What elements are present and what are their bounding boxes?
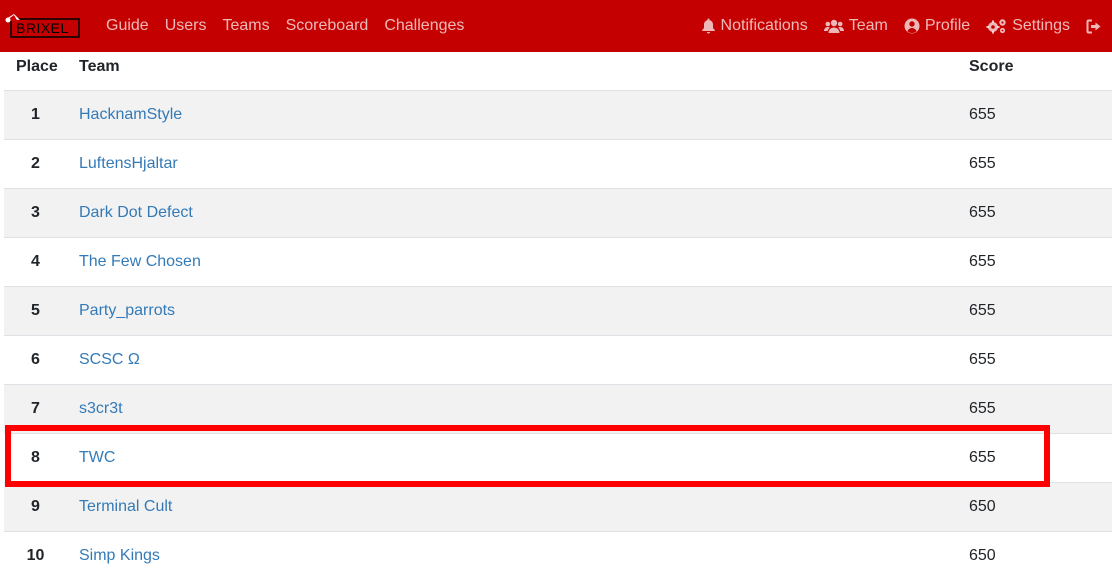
table-row: 4 The Few Chosen 655 <box>4 237 1112 286</box>
place-cell: 6 <box>31 350 40 368</box>
place-cell: 1 <box>31 105 40 123</box>
place-cell: 4 <box>31 252 40 270</box>
brand-logo[interactable]: BRIXEL <box>5 13 80 39</box>
users-icon <box>823 19 844 34</box>
top-navbar: BRIXEL Guide Users Teams Scoreboard Chal… <box>0 0 1112 52</box>
place-cell: 2 <box>31 154 40 172</box>
score-cell: 655 <box>969 252 996 270</box>
nav-users[interactable]: Users <box>157 0 215 52</box>
place-cell: 5 <box>31 301 40 319</box>
place-cell: 8 <box>31 448 40 466</box>
team-link[interactable]: SCSC Ω <box>79 351 140 368</box>
score-cell: 655 <box>969 301 996 319</box>
table-row: 7 s3cr3t 655 <box>4 384 1112 433</box>
nav-profile-label: Profile <box>924 17 971 34</box>
table-row: 5 Party_parrots 655 <box>4 286 1112 335</box>
header-score: Score <box>969 58 1014 75</box>
table-row: 10 Simp Kings 650 <box>4 531 1112 578</box>
score-cell: 650 <box>969 497 996 515</box>
nav-challenges[interactable]: Challenges <box>376 0 472 52</box>
scoreboard-table: Place Team Score 1 HacknamStyle 655 2 Lu… <box>4 52 1112 578</box>
sign-out-icon <box>1086 19 1102 34</box>
nav-notifications[interactable]: Notifications <box>693 0 816 52</box>
score-cell: 655 <box>969 399 996 417</box>
table-row: 9 Terminal Cult 650 <box>4 482 1112 531</box>
nav-teams[interactable]: Teams <box>214 0 277 52</box>
score-cell: 655 <box>969 154 996 172</box>
user-nav: Notifications Team Profile Settings <box>693 0 1112 52</box>
team-link[interactable]: Dark Dot Defect <box>79 204 193 221</box>
team-link[interactable]: TWC <box>79 449 115 466</box>
nav-team[interactable]: Team <box>816 0 896 52</box>
logout-button[interactable] <box>1078 0 1112 52</box>
place-cell: 7 <box>31 399 40 417</box>
table-row: 6 SCSC Ω 655 <box>4 335 1112 384</box>
team-link[interactable]: Simp Kings <box>79 547 160 564</box>
main-nav: Guide Users Teams Scoreboard Challenges <box>98 0 472 52</box>
nav-notifications-label: Notifications <box>720 17 808 34</box>
team-link[interactable]: LuftensHjaltar <box>79 155 178 172</box>
team-link[interactable]: HacknamStyle <box>79 106 182 123</box>
table-row: 1 HacknamStyle 655 <box>4 90 1112 139</box>
nav-guide[interactable]: Guide <box>98 0 157 52</box>
table-row: 2 LuftensHjaltar 655 <box>4 139 1112 188</box>
header-place: Place <box>16 58 58 75</box>
team-link[interactable]: The Few Chosen <box>79 253 201 270</box>
nav-scoreboard[interactable]: Scoreboard <box>278 0 377 52</box>
scoreboard-table-container: Place Team Score 1 HacknamStyle 655 2 Lu… <box>4 52 1112 578</box>
score-cell: 655 <box>969 203 996 221</box>
table-row: 3 Dark Dot Defect 655 <box>4 188 1112 237</box>
team-link[interactable]: s3cr3t <box>79 400 123 417</box>
table-header-row: Place Team Score <box>4 52 1112 90</box>
nav-profile[interactable]: Profile <box>896 0 978 52</box>
user-circle-icon <box>904 18 920 34</box>
nav-settings[interactable]: Settings <box>978 0 1078 52</box>
bell-icon <box>701 18 716 34</box>
score-cell: 655 <box>969 448 996 466</box>
table-row-highlighted: 8 TWC 655 <box>4 433 1112 482</box>
team-link[interactable]: Terminal Cult <box>79 498 172 515</box>
score-cell: 655 <box>969 350 996 368</box>
nav-settings-label: Settings <box>1012 17 1070 34</box>
place-cell: 10 <box>26 546 45 564</box>
nav-team-label: Team <box>848 17 888 34</box>
brand-text: BRIXEL <box>16 20 69 36</box>
score-cell: 650 <box>969 546 996 564</box>
cogs-icon <box>986 18 1007 34</box>
team-link[interactable]: Party_parrots <box>79 302 175 319</box>
place-cell: 3 <box>31 203 40 221</box>
header-team: Team <box>79 58 120 75</box>
place-cell: 9 <box>31 497 40 515</box>
score-cell: 655 <box>969 105 996 123</box>
